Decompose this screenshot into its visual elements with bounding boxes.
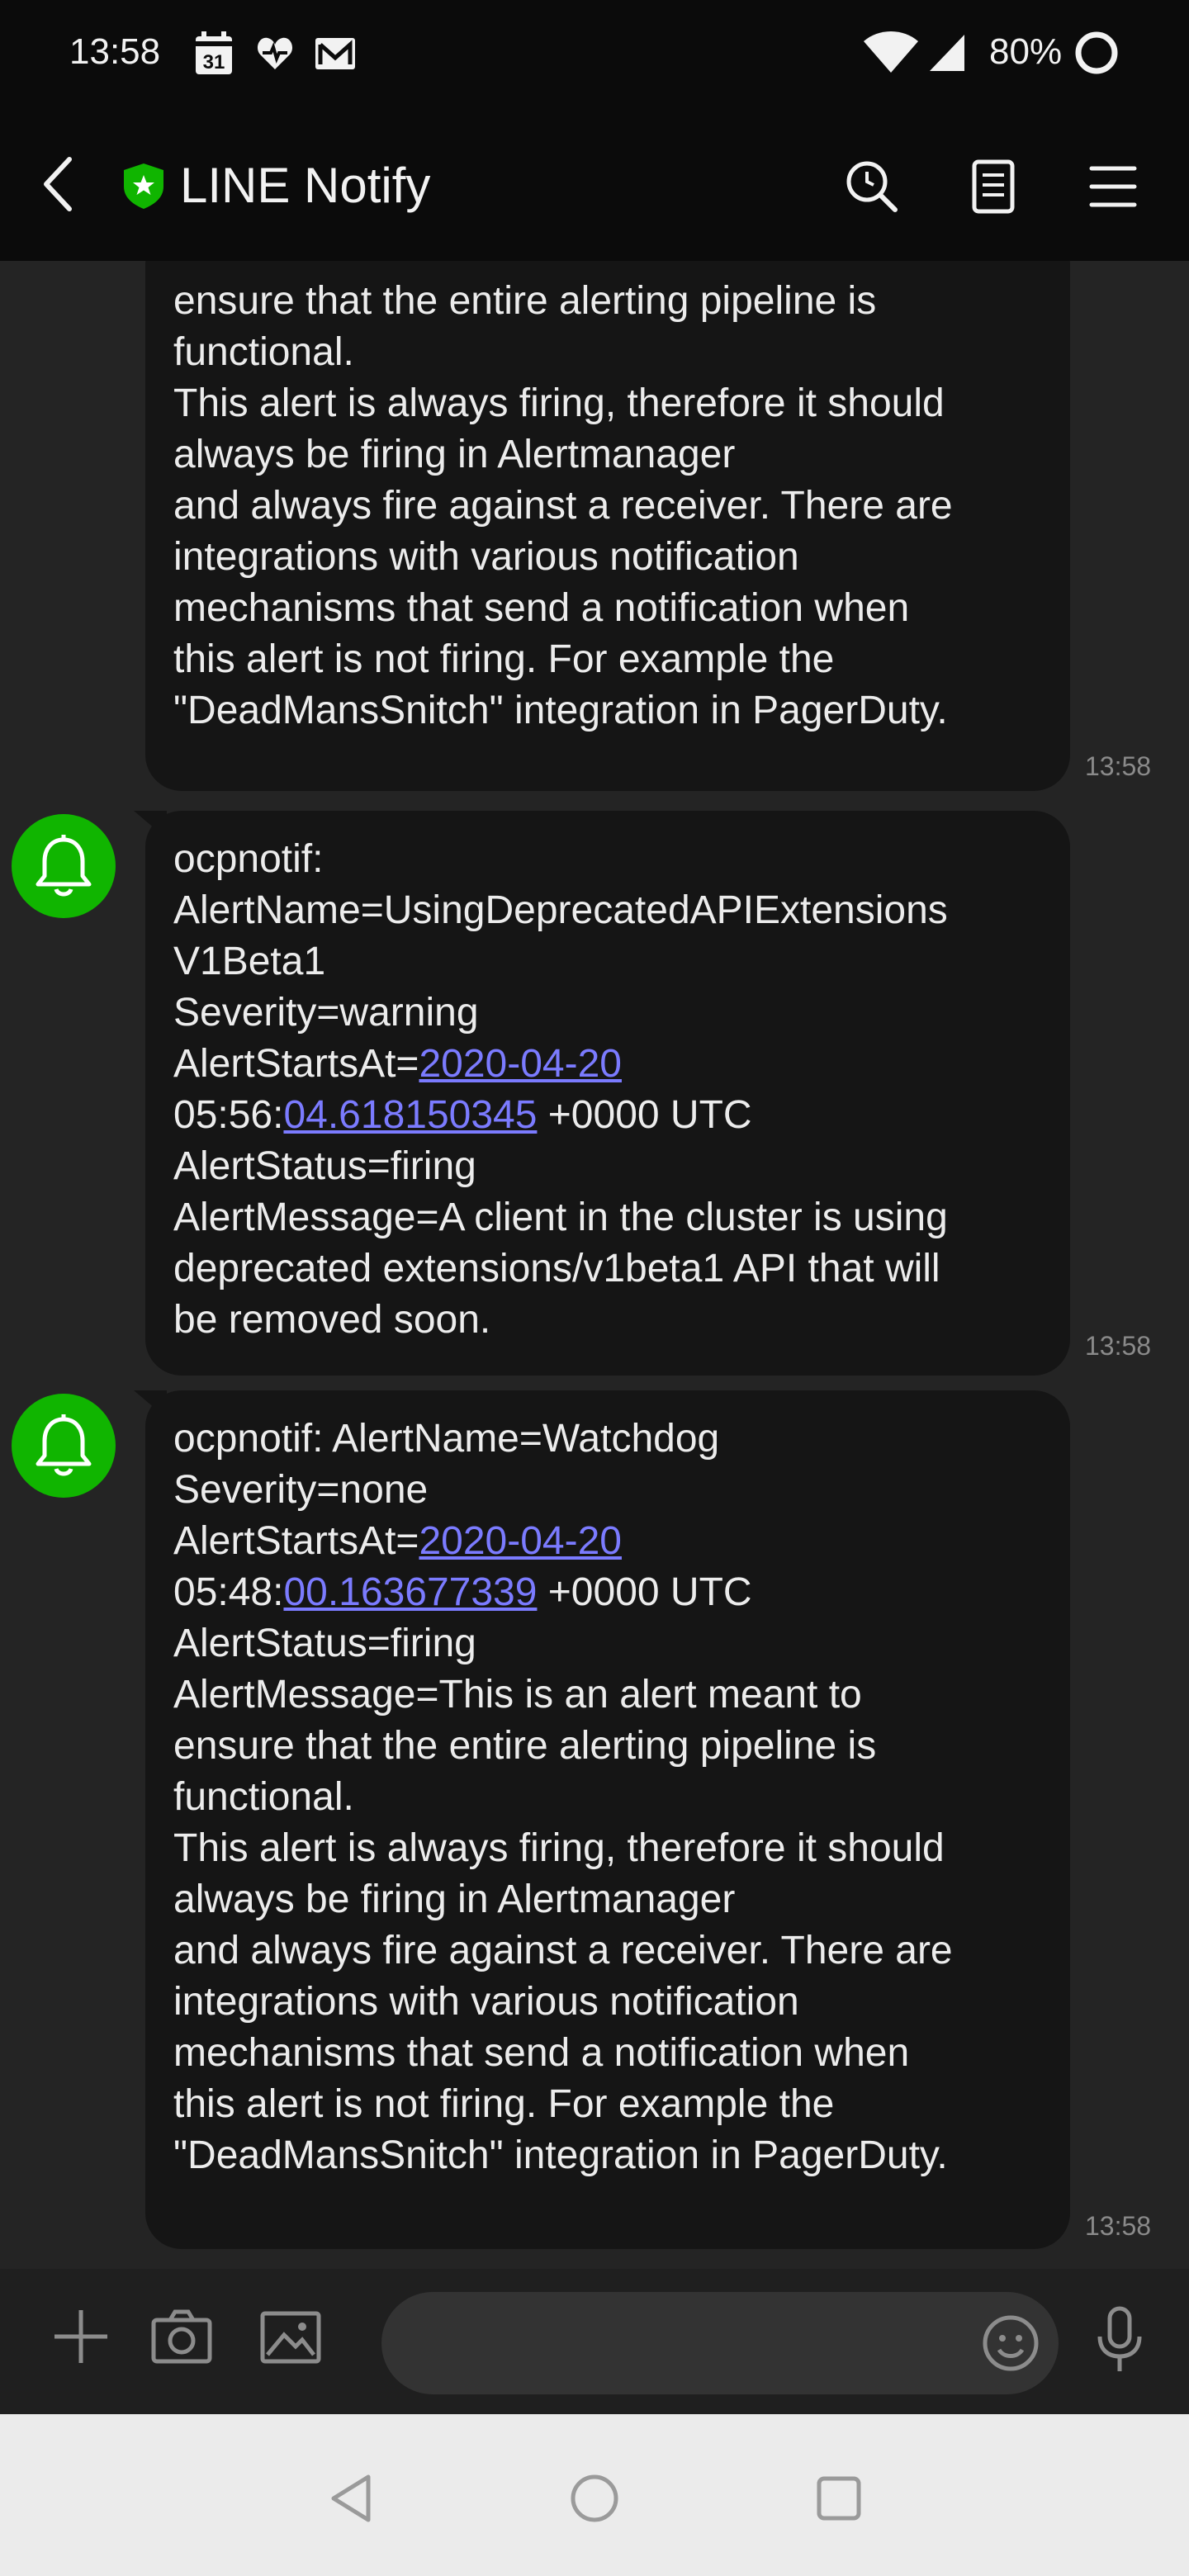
camera-icon[interactable] <box>150 2305 213 2368</box>
message-link[interactable]: 00.163677339 <box>283 1570 537 1614</box>
microphone-icon[interactable] <box>1088 2305 1151 2376</box>
notes-icon[interactable] <box>964 157 1024 216</box>
message-input[interactable] <box>381 2292 1059 2394</box>
nav-home-icon[interactable] <box>568 2472 621 2525</box>
emoji-icon[interactable] <box>981 2313 1040 2373</box>
calendar-day: 31 <box>203 51 225 73</box>
back-icon[interactable] <box>33 153 83 215</box>
message-text-segment: 05:48: <box>173 1570 284 1614</box>
battery-percent: 80% <box>989 31 1063 72</box>
message-time: 13:58 <box>1085 1331 1152 1361</box>
plus-icon[interactable] <box>50 2305 112 2368</box>
status-bar: 13:58 31 80% <box>0 0 1189 107</box>
nav-recents-icon[interactable] <box>812 2472 865 2525</box>
message-text: ocpnotif: AlertName=UsingDeprecatedAPIEx… <box>173 834 1042 1346</box>
message-link[interactable]: 04.618150345 <box>283 1093 537 1137</box>
bell-icon <box>36 835 92 897</box>
message-text: ensure that the entire alerting pipeline… <box>173 261 1042 736</box>
message-bubble[interactable]: ensure that the entire alerting pipeline… <box>145 261 1070 791</box>
shield-icon <box>124 163 163 209</box>
battery-icon <box>1075 31 1118 74</box>
chat-area[interactable]: ensure that the entire alerting pipeline… <box>0 261 1189 2269</box>
message-text: ocpnotif: AlertName=Watchdog Severity=no… <box>173 1413 1042 2181</box>
message-text-segment: ensure that the entire alerting pipeline… <box>173 279 953 732</box>
chat-header: LINE Notify <box>0 107 1189 261</box>
status-time: 13:58 <box>69 31 161 72</box>
menu-icon[interactable] <box>1083 157 1143 216</box>
image-icon[interactable] <box>259 2305 322 2368</box>
message-link[interactable]: 2020-04-20 <box>419 1042 622 1086</box>
search-icon[interactable] <box>842 157 902 216</box>
message-time: 13:58 <box>1085 2211 1152 2241</box>
sender-avatar[interactable] <box>12 814 116 918</box>
sender-avatar[interactable] <box>12 1394 116 1498</box>
health-icon <box>257 37 293 69</box>
nav-back-icon[interactable] <box>327 2472 377 2525</box>
mail-icon <box>315 38 355 69</box>
system-nav-bar <box>0 2414 1189 2576</box>
bubble-tail <box>134 811 167 839</box>
chat-title: LINE Notify <box>180 158 431 213</box>
message-bubble[interactable]: ocpnotif: AlertName=UsingDeprecatedAPIEx… <box>134 811 1070 1376</box>
message-time: 13:58 <box>1085 751 1152 781</box>
signal-icon <box>930 35 964 71</box>
wifi-icon <box>864 31 918 73</box>
message-link[interactable]: 2020-04-20 <box>419 1519 622 1563</box>
message-text-segment: 05:56: <box>173 1093 284 1137</box>
bell-icon <box>36 1414 92 1476</box>
bubble-tail <box>134 1390 167 1418</box>
calendar-icon: 31 <box>196 31 232 74</box>
message-bubble[interactable]: ocpnotif: AlertName=Watchdog Severity=no… <box>134 1390 1070 2249</box>
input-bar <box>0 2269 1189 2414</box>
message-text-segment: +0000 UTC AlertStatus=firing AlertMessag… <box>173 1570 953 2177</box>
